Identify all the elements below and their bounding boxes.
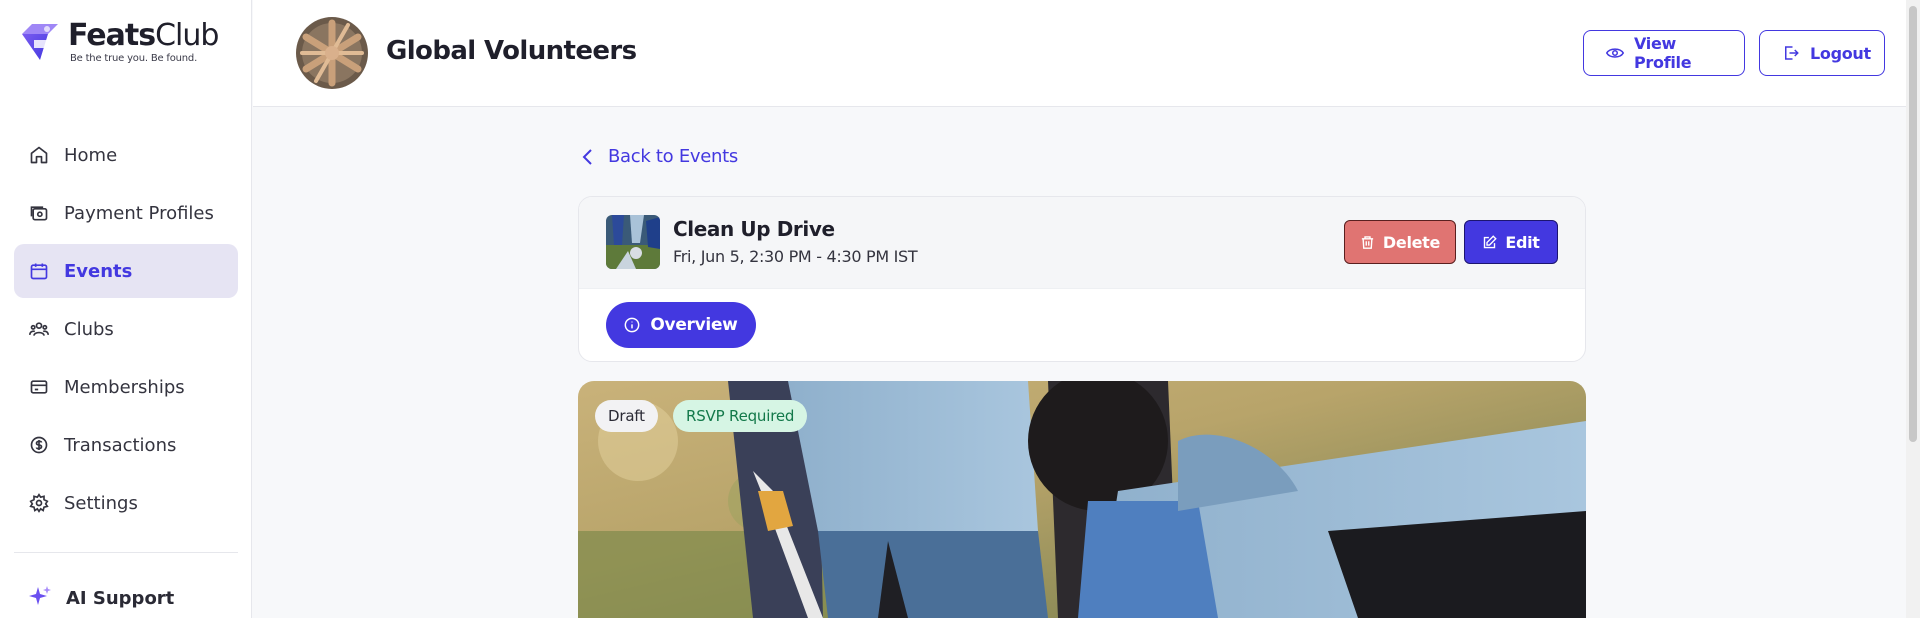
brand-tagline: Be the true you. Be found.	[70, 53, 198, 64]
delete-label: Delete	[1382, 232, 1441, 252]
sidebar-item-label: Home	[64, 144, 118, 166]
brand-name-bold: Feats	[68, 18, 156, 53]
ai-support-button[interactable]: AI Support	[28, 584, 174, 613]
sidebar-item-label: Settings	[64, 492, 138, 514]
sidebar-item-label: Payment Profiles	[64, 202, 214, 224]
membership-card-icon	[28, 376, 50, 398]
org-avatar	[296, 17, 368, 89]
trash-icon	[1360, 235, 1375, 250]
scrollbar-thumb[interactable]	[1909, 6, 1917, 442]
info-icon	[624, 317, 640, 333]
tab-overview[interactable]: Overview	[606, 302, 756, 348]
page-scrollbar[interactable]	[1906, 0, 1920, 618]
brand-logo-link[interactable]: FeatsClub Be the true you. Be found.	[18, 18, 219, 66]
sidebar-item-memberships[interactable]: Memberships	[14, 360, 238, 414]
sidebar-item-events[interactable]: Events	[14, 244, 238, 298]
sidebar-item-transactions[interactable]: Transactions	[14, 418, 238, 472]
back-link-label: Back to Events	[608, 146, 738, 167]
logout-icon	[1782, 44, 1800, 62]
edit-icon	[1482, 234, 1498, 250]
event-title: Clean Up Drive	[673, 217, 835, 241]
event-datetime: Fri, Jun 5, 2:30 PM - 4:30 PM IST	[673, 247, 918, 266]
event-header-card: Clean Up Drive Fri, Jun 5, 2:30 PM - 4:3…	[578, 196, 1586, 362]
edit-label: Edit	[1505, 232, 1540, 252]
sidebar: FeatsClub Be the true you. Be found. Hom…	[0, 0, 252, 618]
event-thumbnail	[606, 215, 660, 269]
edit-event-button[interactable]: Edit	[1464, 220, 1558, 264]
eye-icon	[1606, 44, 1624, 62]
sidebar-nav: Home Payment Profiles Events Clubs Membe…	[14, 128, 238, 534]
sidebar-item-settings[interactable]: Settings	[14, 476, 238, 530]
brand-name-light: Club	[155, 18, 219, 53]
dollar-circle-icon	[28, 434, 50, 456]
event-cover-image: Draft RSVP Required	[578, 381, 1586, 618]
back-to-events-link[interactable]: Back to Events	[582, 146, 738, 167]
view-profile-button[interactable]: View Profile	[1583, 30, 1745, 76]
event-summary: Clean Up Drive Fri, Jun 5, 2:30 PM - 4:3…	[579, 197, 1585, 289]
org-name: Global Volunteers	[386, 36, 637, 66]
tab-overview-label: Overview	[650, 315, 738, 335]
sidebar-item-label: Transactions	[64, 434, 177, 456]
sparkle-icon	[28, 584, 52, 613]
sidebar-item-label: Memberships	[64, 376, 185, 398]
sidebar-item-home[interactable]: Home	[14, 128, 238, 182]
logout-label: Logout	[1810, 43, 1871, 63]
sidebar-item-clubs[interactable]: Clubs	[14, 302, 238, 356]
status-badge-draft: Draft	[595, 400, 658, 432]
sidebar-item-label: Events	[64, 260, 133, 282]
users-icon	[28, 318, 50, 340]
featsclub-logo-icon	[22, 24, 58, 60]
top-header: Global Volunteers View Profile Logout	[253, 0, 1920, 107]
ai-support-label: AI Support	[66, 588, 175, 609]
sidebar-divider	[14, 552, 238, 553]
calendar-icon	[28, 260, 50, 282]
logout-button[interactable]: Logout	[1759, 30, 1885, 76]
sidebar-item-payment-profiles[interactable]: Payment Profiles	[14, 186, 238, 240]
view-profile-label: View Profile	[1634, 34, 1692, 72]
status-badge-rsvp: RSVP Required	[673, 400, 808, 432]
chevron-left-icon	[582, 148, 594, 166]
payment-profile-icon	[28, 202, 50, 224]
gear-icon	[28, 492, 50, 514]
home-icon	[28, 144, 50, 166]
delete-event-button[interactable]: Delete	[1344, 220, 1456, 264]
sidebar-item-label: Clubs	[64, 318, 114, 340]
